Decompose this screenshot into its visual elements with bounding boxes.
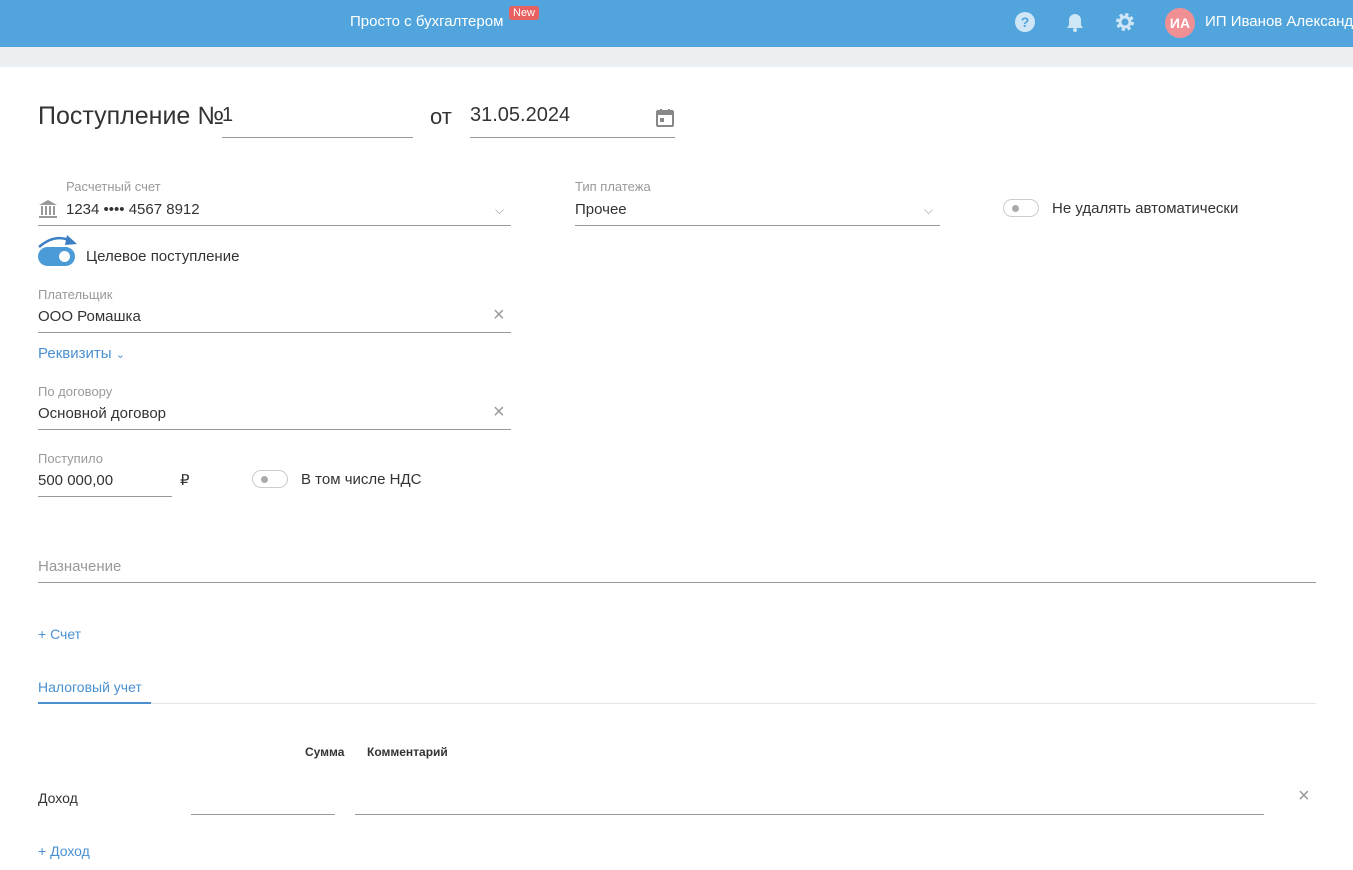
clear-contract-icon[interactable]: × [493, 401, 505, 424]
tabs-divider [38, 703, 1316, 704]
row-label: Доход [38, 790, 78, 806]
requisites-link[interactable]: Реквизиты ⌄ [38, 345, 125, 362]
amount-label: Поступило [38, 451, 103, 466]
no-delete-toggle[interactable] [1003, 199, 1039, 217]
header-strip [0, 47, 1353, 67]
amount-input[interactable]: 500 000,00 [38, 470, 172, 497]
add-invoice-link[interactable]: + Счет [38, 626, 81, 642]
vat-toggle[interactable] [252, 470, 288, 488]
contract-input[interactable]: Основной договор [38, 403, 511, 430]
add-income-link[interactable]: + Доход [38, 843, 90, 859]
top-bar [0, 0, 1353, 47]
brand-link[interactable]: Просто с бухгалтером [350, 13, 503, 30]
purpose-input[interactable]: Назначение [38, 555, 1316, 583]
user-name[interactable]: ИП Иванов Александ [1205, 13, 1353, 30]
new-badge: New [509, 6, 540, 20]
payment-type-label: Тип платежа [575, 179, 651, 194]
account-label: Расчетный счет [66, 179, 161, 194]
requisites-label: Реквизиты [38, 345, 112, 362]
remove-row-icon[interactable]: × [1298, 785, 1310, 808]
avatar[interactable]: ИА [1165, 8, 1195, 38]
chevron-down-icon: ⌵ [924, 203, 934, 217]
account-value: 1234 •••• 4567 8912 [66, 201, 200, 218]
payer-input[interactable]: ООО Ромашка [38, 306, 511, 333]
help-icon[interactable]: ? [1014, 11, 1036, 33]
svg-text:?: ? [1021, 14, 1030, 30]
targeted-toggle[interactable] [38, 247, 75, 266]
chevron-down-icon: ⌄ [115, 349, 125, 361]
income-comment-input[interactable] [355, 786, 1264, 815]
currency-symbol: ₽ [180, 472, 190, 489]
col-sum-header: Сумма [305, 745, 345, 759]
bell-icon[interactable] [1064, 11, 1086, 33]
targeted-label: Целевое поступление [86, 248, 240, 265]
clear-payer-icon[interactable]: × [493, 304, 505, 327]
payment-type-select[interactable]: Прочее [575, 198, 940, 226]
income-sum-input[interactable] [191, 786, 335, 815]
contract-label: По договору [38, 384, 113, 399]
page-title: Поступление № [38, 102, 225, 130]
no-delete-label: Не удалять автоматически [1052, 200, 1239, 217]
vat-label: В том числе НДС [301, 471, 422, 488]
date-input[interactable]: 31.05.2024 [470, 104, 675, 138]
chevron-down-icon: ⌵ [495, 203, 505, 217]
col-comment-header: Комментарий [367, 745, 448, 759]
tab-tax-accounting[interactable]: Налоговый учет [38, 679, 151, 704]
payer-label: Плательщик [38, 287, 113, 302]
doc-number-input[interactable]: 1 [222, 104, 413, 138]
settings-gear-icon[interactable] [1114, 11, 1136, 33]
calendar-icon[interactable] [655, 108, 675, 133]
date-prefix: от [430, 104, 452, 129]
